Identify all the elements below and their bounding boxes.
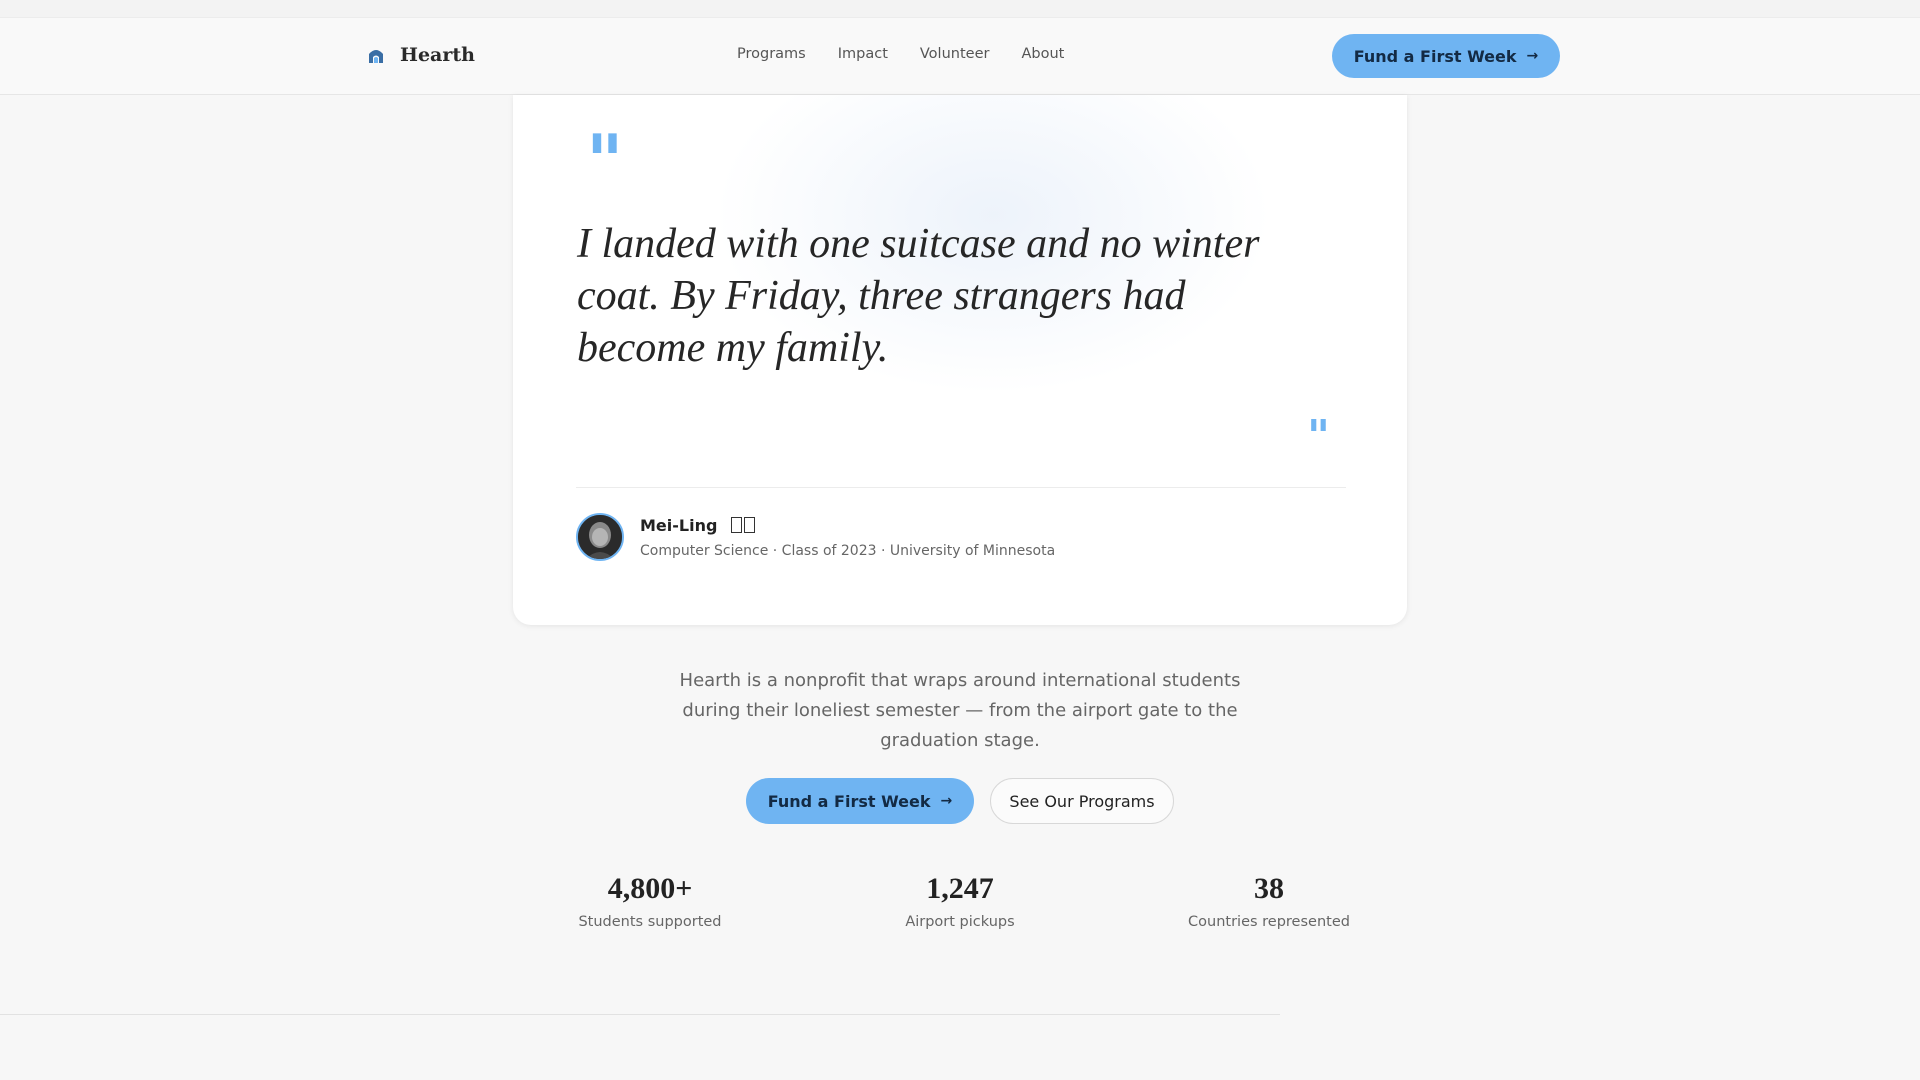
nav-volunteer[interactable]: Volunteer <box>920 46 990 62</box>
stat-value: 4,800+ <box>607 872 693 905</box>
author-name: Mei-Ling <box>640 515 718 535</box>
flag-icon <box>729 516 755 535</box>
stat-label: Students supported <box>578 914 722 930</box>
author-meta: Computer Science · Class of 2023 · Unive… <box>640 542 1056 559</box>
see-programs-button[interactable]: See Our Programs <box>990 778 1174 824</box>
brand-name: Hearth <box>400 44 475 66</box>
mission-statement: Hearth is a nonprofit that wraps around … <box>679 670 1241 751</box>
header-fund-button[interactable]: Fund a First Week → <box>1332 34 1560 78</box>
testimonial-card: " I landed with one suitcase and no wint… <box>513 95 1407 625</box>
testimonial-quote: I landed with one suitcase and no winter… <box>577 221 1260 371</box>
fund-first-week-button[interactable]: Fund a First Week → <box>746 778 974 824</box>
browser-top-strip <box>0 0 1920 18</box>
nav-about[interactable]: About <box>1021 46 1064 62</box>
stat-value: 1,247 <box>926 872 994 905</box>
arrow-right-icon: → <box>1526 48 1539 64</box>
stat-label: Countries represented <box>1188 914 1350 930</box>
nav-programs[interactable]: Programs <box>737 46 806 62</box>
brand[interactable]: Hearth <box>366 44 475 66</box>
section-divider <box>0 1014 1280 1015</box>
hearth-logo-icon <box>369 50 383 63</box>
stat-value: 38 <box>1254 872 1284 905</box>
stat-label: Airport pickups <box>905 914 1015 930</box>
header-fund-label: Fund a First Week <box>1353 46 1517 66</box>
avatar <box>576 513 624 561</box>
divider <box>576 487 1346 488</box>
site-header: Hearth Programs Impact Volunteer About F… <box>0 18 1920 95</box>
testimonial-author: Mei-Ling Computer Science · Class of 202… <box>576 513 1055 561</box>
nav-impact[interactable]: Impact <box>838 46 888 62</box>
main-nav: Programs Impact Volunteer About <box>737 46 1064 62</box>
stat-students: 4,800+ Students supported <box>520 872 780 930</box>
arrow-right-icon: → <box>940 793 953 809</box>
stat-countries: 38 Countries represented <box>1139 872 1399 930</box>
cta-row: Fund a First Week → See Our Programs <box>746 778 1174 824</box>
fund-button-label: Fund a First Week <box>767 791 931 811</box>
stat-pickups: 1,247 Airport pickups <box>830 872 1090 930</box>
close-quote-icon: " <box>1307 411 1330 462</box>
open-quote-icon: " <box>586 118 624 203</box>
avatar-portrait-icon <box>578 515 622 559</box>
